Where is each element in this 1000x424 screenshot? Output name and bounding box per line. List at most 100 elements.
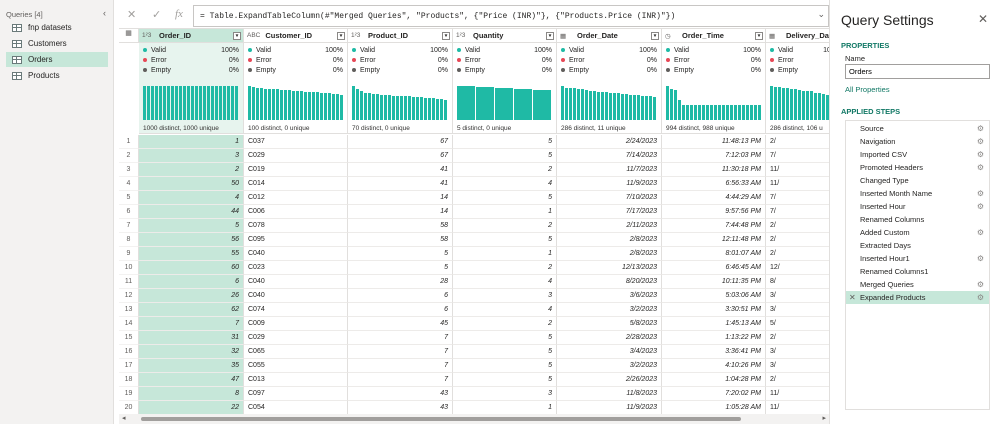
table-cell[interactable]: C097 [244,387,348,401]
table-cell[interactable]: 7 [139,317,244,331]
table-cell[interactable]: C074 [244,303,348,317]
table-cell[interactable]: 11:30:18 PM [662,163,766,177]
table-cell[interactable]: 11/ [766,401,829,414]
table-cell[interactable]: 31 [139,331,244,345]
table-cell[interactable]: 5 [139,219,244,233]
scroll-right-icon[interactable]: ▸ [822,414,826,422]
table-cell[interactable]: 2/28/2023 [557,331,662,345]
table-cell[interactable]: 56 [139,233,244,247]
row-number[interactable]: 20 [119,401,139,414]
gear-icon[interactable]: ⚙ [977,200,984,213]
query-item[interactable]: Products [6,68,108,83]
row-number[interactable]: 6 [119,205,139,219]
table-cell[interactable]: 60 [139,261,244,275]
table-cell[interactable]: 43 [348,401,453,414]
row-number[interactable]: 9 [119,247,139,261]
column-filter-icon[interactable]: ▾ [442,32,450,40]
table-cell[interactable]: 3/ [766,345,829,359]
table-cell[interactable]: C037 [244,135,348,149]
table-cell[interactable]: 4:44:29 AM [662,191,766,205]
table-cell[interactable]: 3 [139,149,244,163]
table-cell[interactable]: 58 [348,219,453,233]
table-cell[interactable]: 7/14/2023 [557,149,662,163]
table-cell[interactable]: 2 [453,317,557,331]
table-cell[interactable]: 7 [348,359,453,373]
column-header[interactable]: ▦Delivery_Date▾ [766,29,829,43]
column-header[interactable]: ABC Customer_ID ▾ [244,29,348,43]
table-cell[interactable]: C012 [244,191,348,205]
applied-step[interactable]: Extracted Days [846,239,989,252]
table-cell[interactable]: 7:44:48 PM [662,219,766,233]
table-cell[interactable]: 7/ [766,191,829,205]
gear-icon[interactable]: ⚙ [977,187,984,200]
table-cell[interactable]: 2 [453,219,557,233]
row-number[interactable]: 13 [119,303,139,317]
table-cell[interactable]: 3 [453,289,557,303]
table-cell[interactable]: 11:48:13 PM [662,135,766,149]
table-cell[interactable]: 3/ [766,303,829,317]
table-cell[interactable]: 14 [348,191,453,205]
gear-icon[interactable]: ⚙ [977,122,984,135]
table-cell[interactable]: 8:01:07 AM [662,247,766,261]
table-cell[interactable]: 5 [453,331,557,345]
row-number[interactable]: 17 [119,359,139,373]
table-cell[interactable]: 1:05:28 AM [662,401,766,414]
table-cell[interactable]: C014 [244,177,348,191]
table-cell[interactable]: 6:46:45 AM [662,261,766,275]
table-cell[interactable]: 1 [139,135,244,149]
table-cell[interactable]: 62 [139,303,244,317]
table-cell[interactable]: C078 [244,219,348,233]
table-cell[interactable]: 11/9/2023 [557,177,662,191]
table-cell[interactable]: C055 [244,359,348,373]
table-cell[interactable]: 2/ [766,219,829,233]
table-cell[interactable]: 1:13:22 PM [662,331,766,345]
table-cell[interactable]: 5/8/2023 [557,317,662,331]
table-cell[interactable]: 45 [348,317,453,331]
column-type-icon[interactable]: 1²3 [142,32,154,39]
table-cell[interactable]: C054 [244,401,348,414]
table-cell[interactable]: 5 [453,233,557,247]
table-cell[interactable]: 28 [348,275,453,289]
fx-icon[interactable]: fx [175,8,183,20]
table-cell[interactable]: C095 [244,233,348,247]
table-cell[interactable]: 4 [453,177,557,191]
table-cell[interactable]: 5 [348,247,453,261]
table-cell[interactable]: C013 [244,373,348,387]
table-cell[interactable]: 47 [139,373,244,387]
table-cell[interactable]: 1:45:13 AM [662,317,766,331]
table-cell[interactable]: C019 [244,163,348,177]
column-header[interactable]: ▦ Order_Date ▾ [557,29,662,43]
table-cell[interactable]: 3/6/2023 [557,289,662,303]
column-type-icon[interactable]: ◷ [665,32,677,40]
table-cell[interactable]: 7/10/2023 [557,191,662,205]
query-item[interactable]: Customers [6,36,108,51]
table-cell[interactable]: 10:11:35 PM [662,275,766,289]
row-number[interactable]: 18 [119,373,139,387]
table-cell[interactable]: 6 [139,275,244,289]
table-cell[interactable]: 35 [139,359,244,373]
table-cell[interactable]: 8 [139,387,244,401]
cancel-icon[interactable]: ✕ [127,8,136,21]
gear-icon[interactable]: ⚙ [977,161,984,174]
column-header[interactable]: ◷ Order_Time ▾ [662,29,766,43]
table-corner-icon[interactable]: ▦ [119,29,139,43]
table-cell[interactable]: 32 [139,345,244,359]
table-cell[interactable]: 3:36:41 PM [662,345,766,359]
table-cell[interactable]: 2/11/2023 [557,219,662,233]
column-type-icon[interactable]: ▦ [769,32,781,40]
table-cell[interactable]: C029 [244,149,348,163]
table-cell[interactable]: 58 [348,233,453,247]
table-cell[interactable]: 55 [139,247,244,261]
horizontal-scrollbar[interactable]: ◂ ▸ [119,414,829,424]
table-cell[interactable]: 11/ [766,387,829,401]
applied-step[interactable]: Imported CSV ⚙ [846,148,989,161]
applied-step[interactable]: Source ⚙ [846,122,989,135]
applied-step[interactable]: Added Custom ⚙ [846,226,989,239]
row-number[interactable]: 4 [119,177,139,191]
applied-step[interactable]: Promoted Headers ⚙ [846,161,989,174]
gear-icon[interactable]: ⚙ [977,291,984,304]
column-filter-icon[interactable]: ▾ [546,32,554,40]
table-cell[interactable]: 12/13/2023 [557,261,662,275]
applied-step[interactable]: Changed Type [846,174,989,187]
column-type-icon[interactable]: 1²3 [456,32,468,39]
